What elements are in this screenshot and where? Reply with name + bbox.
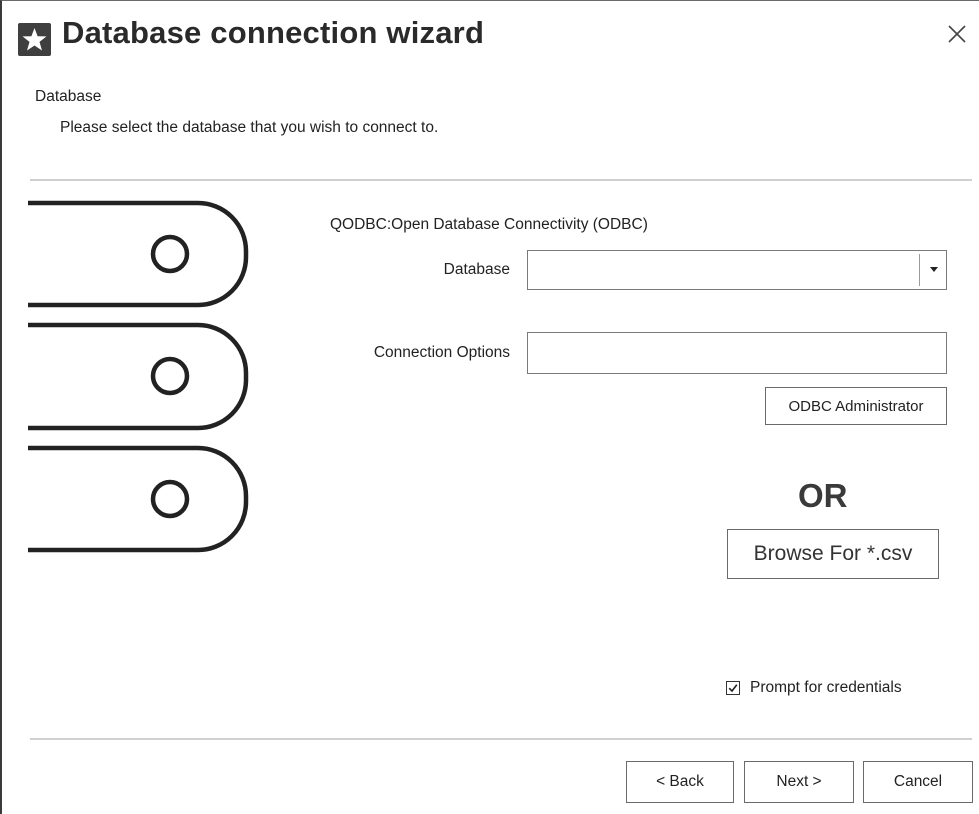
database-select[interactable]: [527, 250, 947, 290]
close-icon[interactable]: [942, 19, 972, 49]
odbc-administrator-button[interactable]: ODBC Administrator: [765, 387, 947, 425]
footer-divider: [30, 738, 972, 740]
next-button[interactable]: Next >: [744, 761, 854, 803]
prompt-credentials-label: Prompt for credentials: [750, 679, 902, 696]
header-divider: [30, 179, 972, 181]
database-label: Database: [443, 261, 510, 278]
wizard-window: Database connection wizard Database Plea…: [0, 0, 979, 814]
prompt-credentials-checkbox-row[interactable]: Prompt for credentials: [726, 677, 902, 699]
back-button[interactable]: < Back: [626, 761, 734, 803]
cancel-button[interactable]: Cancel: [863, 761, 973, 803]
browse-csv-button[interactable]: Browse For *.csv: [727, 529, 939, 579]
prompt-credentials-checkbox[interactable]: [726, 681, 740, 695]
or-separator-text: OR: [798, 477, 848, 514]
connection-options-input[interactable]: [527, 332, 947, 374]
dropdown-separator: [919, 254, 920, 286]
driver-label: QODBC:Open Database Connectivity (ODBC): [330, 216, 648, 233]
connection-options-label: Connection Options: [373, 344, 510, 361]
section-title: Database: [35, 88, 102, 105]
window-title: Database connection wizard: [62, 15, 485, 50]
chevron-down-icon[interactable]: [930, 267, 938, 272]
title-bar: Database connection wizard: [2, 1, 979, 73]
star-icon: [18, 23, 51, 56]
database-stack-icon: [28, 199, 258, 564]
section-description: Please select the database that you wish…: [60, 119, 439, 136]
